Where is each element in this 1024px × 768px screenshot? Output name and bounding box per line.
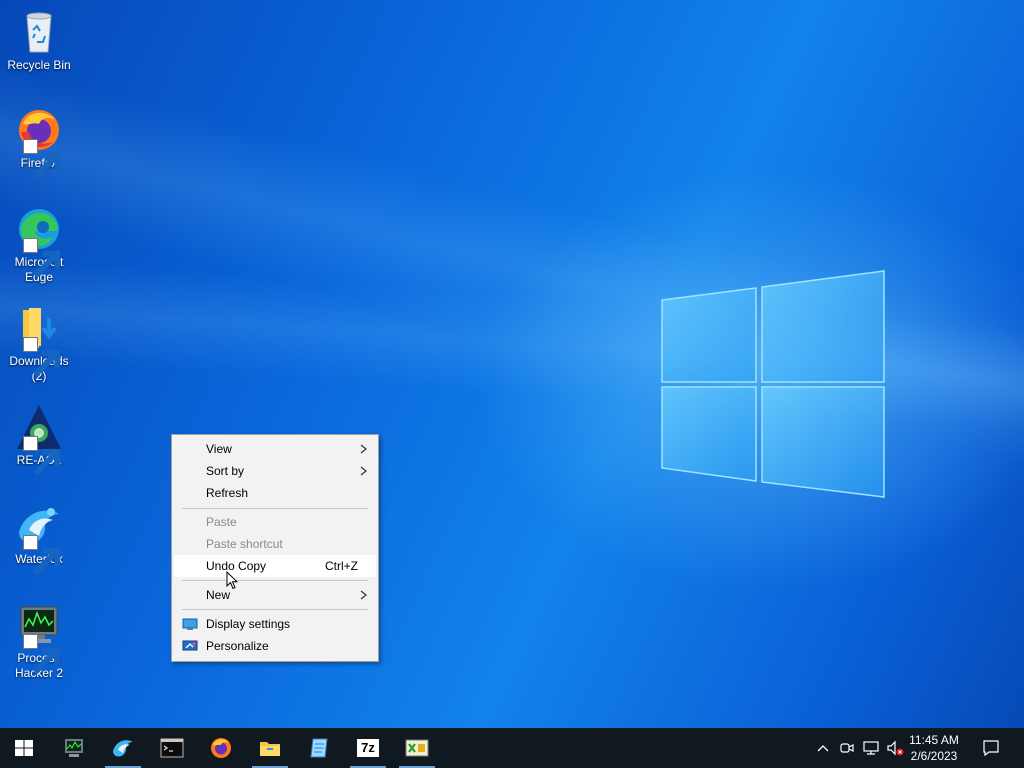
action-center-button[interactable] <box>968 728 1014 768</box>
notification-icon <box>983 740 999 757</box>
taskbar-app-process-hacker[interactable] <box>50 728 98 768</box>
desktop-context-menu: View Sort by Refresh Paste Paste shortcu… <box>171 434 379 662</box>
recycle-bin-icon <box>26 12 52 53</box>
taskbar-app-terminal[interactable] <box>148 728 196 768</box>
start-icon <box>15 740 33 756</box>
taskbar-app-notepad[interactable] <box>295 728 343 768</box>
desktop-icon-firefox[interactable]: Firefox <box>4 106 74 180</box>
taskbar-app-pixel-editor[interactable] <box>393 728 441 768</box>
desktop-icon-process-hacker[interactable]: Process Hacker 2 <box>4 601 74 681</box>
taskbar-clock[interactable]: 11:45 AM 2/6/2023 <box>904 732 964 764</box>
personalize-icon <box>182 640 198 651</box>
menu-item-view[interactable]: View <box>174 438 376 460</box>
windows-logo-wallpaper <box>661 270 885 498</box>
mouse-cursor-icon <box>226 571 238 590</box>
tray-volume[interactable] <box>884 728 906 768</box>
show-hidden-icons-button[interactable] <box>812 728 834 768</box>
shortcut-arrow-icon <box>23 535 61 576</box>
shortcut-key-label: Ctrl+Z <box>325 559 358 573</box>
menu-item-refresh[interactable]: Refresh <box>174 482 376 504</box>
desktop-icon-downloads[interactable]: Downloads (2) <box>4 304 74 384</box>
menu-item-undo-copy[interactable]: Undo Copy Ctrl+Z <box>174 555 376 577</box>
desktop-icon-waterfox[interactable]: Waterfox <box>4 502 74 576</box>
taskbar-app-waterfox[interactable] <box>99 728 147 768</box>
notepad-icon <box>310 738 328 758</box>
shortcut-arrow-icon <box>23 337 61 378</box>
menu-separator <box>182 508 368 509</box>
terminal-icon <box>160 738 184 758</box>
taskbar-app-7zip[interactable]: 7z <box>344 728 392 768</box>
desktop-icon-re-aol[interactable]: RE-AOL <box>4 403 74 477</box>
file-explorer-icon <box>260 742 280 756</box>
menu-item-paste-shortcut[interactable]: Paste shortcut <box>174 533 376 555</box>
taskbar-app-firefox[interactable] <box>197 728 245 768</box>
clock-time: 11:45 AM <box>909 733 959 747</box>
chevron-right-icon <box>360 466 367 476</box>
firefox-icon <box>211 738 231 758</box>
volume-muted-icon <box>887 740 904 756</box>
shortcut-arrow-icon <box>23 436 61 477</box>
menu-item-paste[interactable]: Paste <box>174 511 376 533</box>
menu-separator <box>182 580 368 581</box>
taskbar-app-file-explorer[interactable] <box>246 728 294 768</box>
clock-date: 2/6/2023 <box>910 749 958 763</box>
desktop[interactable]: Recycle Bin Firefox Microsoft Edge Downl… <box>0 0 1024 728</box>
network-icon <box>863 741 879 755</box>
tray-network[interactable] <box>860 728 882 768</box>
camera-icon <box>840 743 854 753</box>
shortcut-arrow-icon <box>23 238 61 279</box>
start-button[interactable] <box>0 728 48 768</box>
menu-item-sort-by[interactable]: Sort by <box>174 460 376 482</box>
pixel-editor-icon <box>405 739 429 757</box>
7zip-icon: 7z <box>357 739 379 757</box>
shortcut-arrow-icon <box>23 634 61 675</box>
display-settings-icon <box>182 618 198 630</box>
waterfox-icon <box>113 740 133 757</box>
menu-item-new[interactable]: New <box>174 584 376 606</box>
chevron-up-icon <box>817 745 829 752</box>
chevron-right-icon <box>360 444 367 454</box>
desktop-icon-microsoft-edge[interactable]: Microsoft Edge <box>4 205 74 285</box>
chevron-right-icon <box>360 590 367 600</box>
tray-meet-now[interactable] <box>836 728 858 768</box>
desktop-icon-label: Recycle Bin <box>7 58 71 72</box>
menu-separator <box>182 609 368 610</box>
menu-item-personalize[interactable]: Personalize <box>174 635 376 657</box>
desktop-icon-recycle-bin[interactable]: Recycle Bin <box>4 8 74 73</box>
taskbar: 7z 11:45 AM 2/6/2023 <box>0 728 1024 768</box>
menu-item-display-settings[interactable]: Display settings <box>174 613 376 635</box>
shortcut-arrow-icon <box>23 139 61 180</box>
process-hacker-icon <box>65 739 83 757</box>
